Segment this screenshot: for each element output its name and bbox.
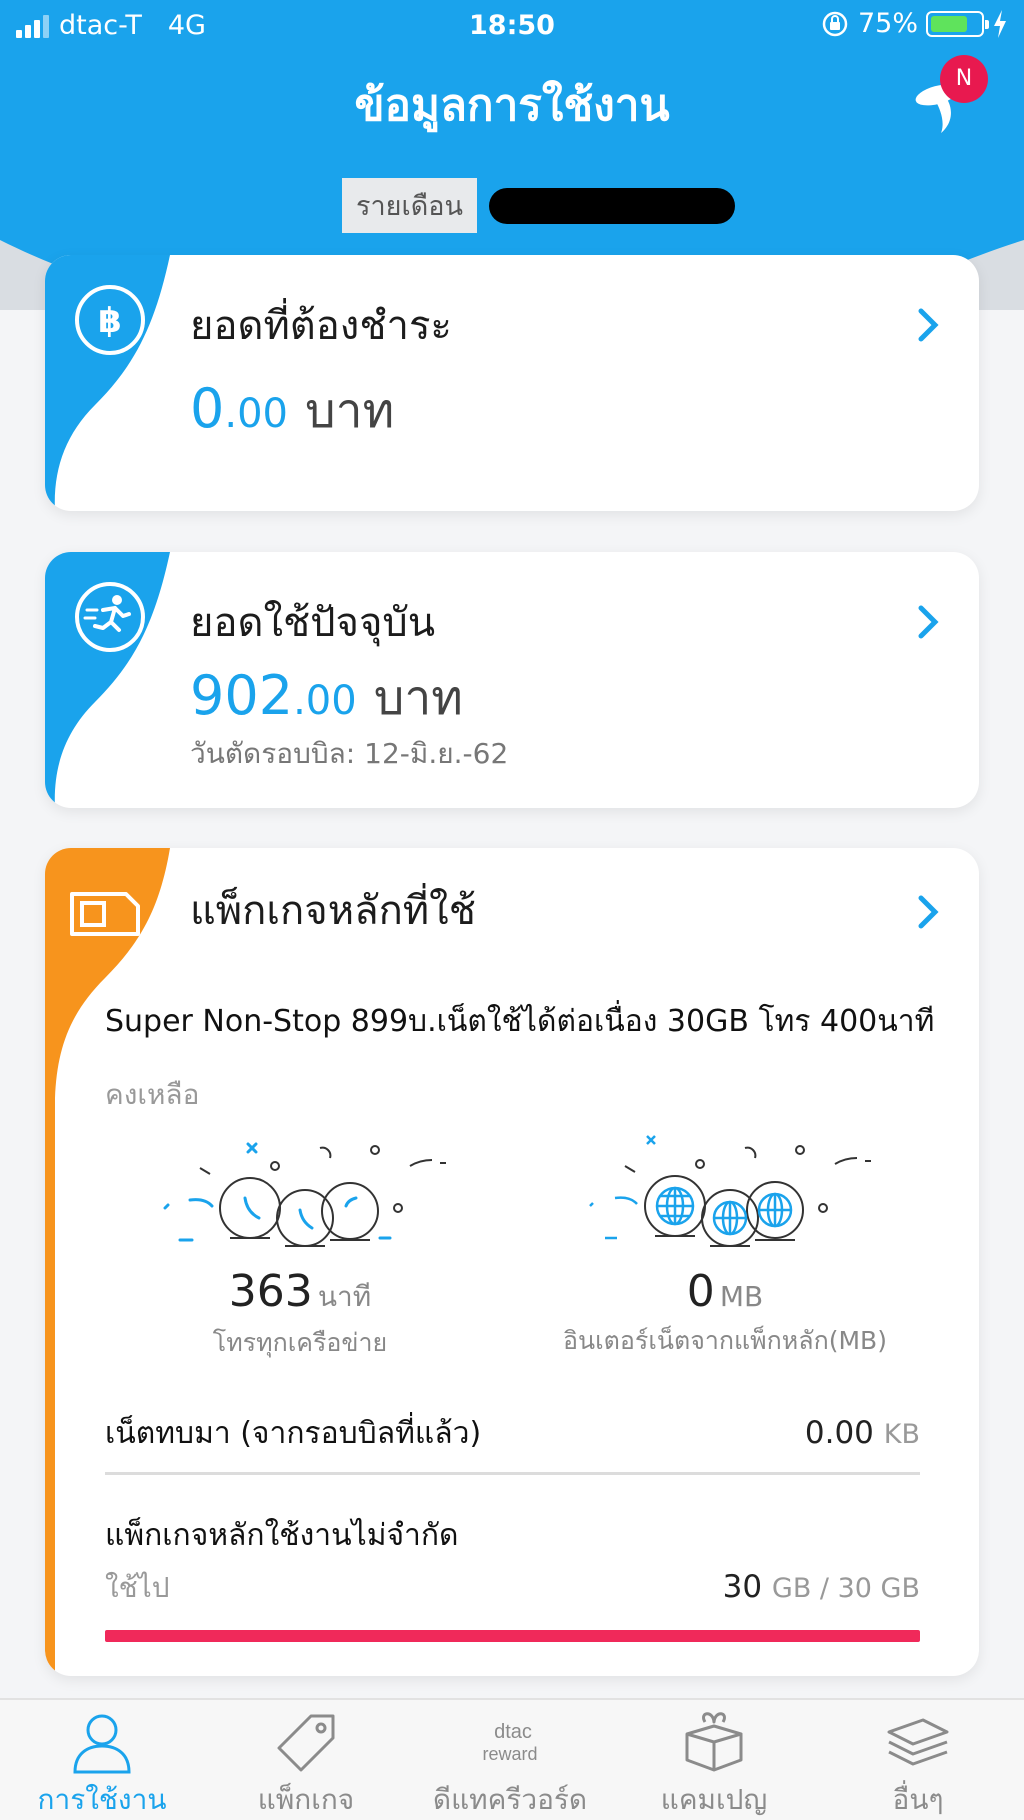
- call-minutes-unit: นาที: [317, 1280, 372, 1313]
- nav-item-reward[interactable]: dtac reward ดีแทครีวอร์ด: [408, 1710, 612, 1820]
- nav-label-package: แพ็กเกจ: [257, 1783, 355, 1816]
- rotation-lock-icon: [822, 11, 848, 36]
- bill-due-title: ยอดที่ต้องชำระ: [190, 303, 452, 349]
- rollover-label: เน็ตทบมา (จากรอบบิลที่แล้ว): [105, 1416, 482, 1451]
- current-usage-amount-dec: .00: [293, 678, 357, 724]
- nav-label-more: อื่นๆ: [892, 1783, 944, 1816]
- internet-data-value: 0: [686, 1266, 715, 1317]
- dtac-reward-icon: dtac reward: [482, 1721, 537, 1764]
- current-usage-amount-int: 902: [190, 664, 294, 727]
- bill-due-amount-dec: .00: [224, 391, 288, 437]
- used-unit: GB / 30 GB: [771, 1573, 920, 1604]
- internet-globe-illustration-icon: [589, 1135, 871, 1247]
- call-minutes-stat: 363 นาที โทรทุกเครือข่าย: [110, 1266, 490, 1363]
- current-usage-card[interactable]: ยอดใช้ปัจจุบัน 902.00 บาท วันตัดรอบบิล: …: [45, 552, 979, 808]
- nav-label-reward: ดีแทครีวอร์ด: [432, 1783, 588, 1816]
- gift-box-icon: [685, 1712, 743, 1772]
- stack-icon: [887, 1718, 949, 1766]
- sim-card-icon: [70, 892, 140, 936]
- main-package-card[interactable]: แพ็กเกจหลักที่ใช้ Super Non-Stop 899บ.เน…: [45, 848, 979, 1676]
- bill-cycle-date: วันตัดรอบบิล: 12-มิ.ย.-62: [190, 737, 509, 770]
- svg-text:฿: ฿: [98, 301, 122, 341]
- nav-item-more[interactable]: อื่นๆ: [816, 1710, 1020, 1820]
- used-value: 30: [722, 1569, 763, 1605]
- package-name: Super Non-Stop 899บ.เน็ตใช้ได้ต่อเนื่อง …: [105, 1004, 935, 1039]
- bill-due-amount-int: 0: [190, 377, 225, 440]
- bill-due-unit: บาท: [305, 383, 395, 439]
- unlimited-used-row: ใช้ไป 30 GB / 30 GB: [105, 1566, 920, 1610]
- baht-coin-icon: ฿: [75, 285, 145, 355]
- person-icon: [73, 1714, 131, 1774]
- internet-data-stat: 0 MB อินเตอร์เน็ตจากแพ็กหลัก(MB): [535, 1266, 915, 1361]
- bill-due-card[interactable]: ฿ ยอดที่ต้องชำระ 0.00 บาท: [45, 255, 979, 511]
- running-person-icon: [75, 582, 145, 652]
- internet-data-label: อินเตอร์เน็ตจากแพ็กหลัก(MB): [563, 1326, 887, 1355]
- battery-icon: [926, 10, 989, 37]
- tag-icon: [277, 1714, 335, 1772]
- call-minutes-value: 363: [228, 1266, 313, 1317]
- phone-call-illustration-icon: [163, 1142, 446, 1247]
- bottom-nav: การใช้งาน แพ็กเกจ dtac reward ดีแทครีวอร…: [0, 1698, 1024, 1820]
- page-title: ข้อมูลการใช้งาน: [354, 80, 670, 131]
- charging-icon: [994, 9, 1006, 38]
- current-usage-amount: 902.00 บาท: [190, 660, 463, 736]
- rollover-row: เน็ตทบมา (จากรอบบิลที่แล้ว) 0.00 KB: [105, 1410, 920, 1457]
- chevron-right-icon[interactable]: [917, 894, 941, 930]
- current-usage-unit: บาท: [373, 670, 463, 726]
- chevron-right-icon[interactable]: [917, 307, 941, 343]
- status-bar: dtac-T 4G 18:50 75%: [0, 0, 1024, 50]
- account-row: รายเดือน: [342, 178, 735, 233]
- redacted-number: [488, 187, 735, 224]
- usage-progress-bar: [105, 1630, 920, 1642]
- notification-badge[interactable]: N: [940, 55, 988, 103]
- current-usage-title: ยอดใช้ปัจจุบัน: [190, 600, 436, 646]
- unlimited-title-row: แพ็กเกจหลักใช้งานไม่จำกัด: [105, 1512, 920, 1559]
- divider: [105, 1472, 920, 1475]
- nav-item-package[interactable]: แพ็กเกจ: [204, 1710, 408, 1820]
- svg-text:reward: reward: [482, 1744, 537, 1764]
- rollover-value: 0.00: [804, 1415, 874, 1451]
- battery-percent: 75%: [857, 8, 918, 39]
- internet-data-unit: MB: [719, 1280, 764, 1313]
- unlimited-title: แพ็กเกจหลักใช้งานไม่จำกัด: [105, 1518, 459, 1553]
- nav-item-campaign[interactable]: แคมเปญ: [612, 1710, 816, 1820]
- nav-label-campaign: แคมเปญ: [660, 1783, 768, 1816]
- nav-item-usage[interactable]: การใช้งาน: [0, 1710, 204, 1820]
- nav-label-usage: การใช้งาน: [37, 1783, 167, 1816]
- usage-progress-fill: [105, 1630, 920, 1642]
- rollover-unit: KB: [883, 1419, 920, 1450]
- main-package-title: แพ็กเกจหลักที่ใช้: [190, 888, 476, 934]
- call-minutes-label: โทรทุกเครือข่าย: [212, 1328, 388, 1357]
- used-label: ใช้ไป: [105, 1571, 170, 1604]
- bill-due-amount: 0.00 บาท: [190, 373, 394, 449]
- chevron-right-icon[interactable]: [917, 604, 941, 640]
- account-type-tag: รายเดือน: [342, 178, 477, 233]
- svg-text:dtac: dtac: [494, 1721, 532, 1743]
- remaining-label: คงเหลือ: [105, 1078, 200, 1111]
